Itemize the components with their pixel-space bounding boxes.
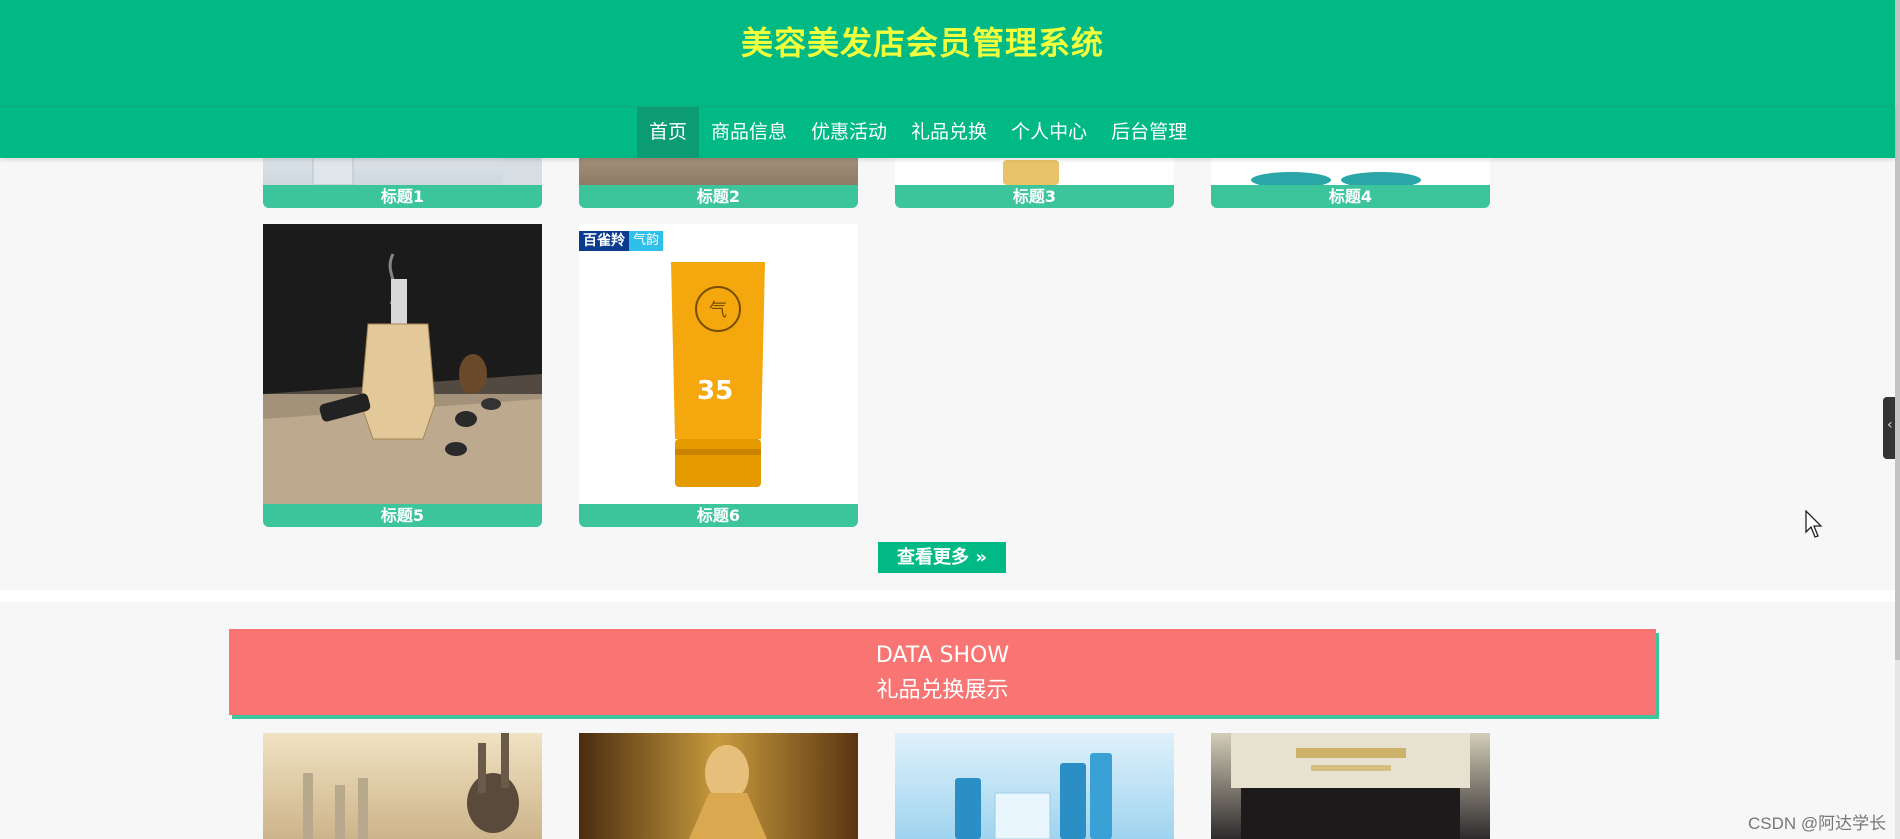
- banner-title-en: DATA SHOW: [875, 643, 1010, 668]
- nav-items: 首页 商品信息 优惠活动 礼品兑换 个人中心 后台管理: [637, 107, 1199, 158]
- gift-image[interactable]: [895, 733, 1174, 839]
- site-title: 美容美发店会员管理系统: [740, 24, 1104, 62]
- view-more-button[interactable]: 查看更多 »: [878, 542, 1006, 573]
- nav-item-gift-exchange[interactable]: 礼品兑换: [899, 107, 999, 158]
- site-header: 美容美发店会员管理系统: [0, 0, 1895, 106]
- double-chevron-right-icon: »: [969, 547, 987, 568]
- product-image[interactable]: [263, 224, 542, 504]
- gift-image[interactable]: [1211, 733, 1490, 839]
- gift-card-4[interactable]: [1211, 733, 1490, 839]
- product-title[interactable]: 标题5: [263, 504, 542, 527]
- mouse-cursor-icon: [1805, 510, 1823, 538]
- product-title[interactable]: 标题4: [1211, 185, 1490, 208]
- nav-item-promotions[interactable]: 优惠活动: [799, 107, 899, 158]
- gift-card-3[interactable]: [895, 733, 1174, 839]
- product-image[interactable]: 百雀羚 气韵 气 35: [579, 224, 858, 504]
- gift-image[interactable]: [579, 733, 858, 839]
- product-card-5[interactable]: 标题5: [263, 224, 542, 527]
- svg-text:气: 气: [709, 300, 727, 321]
- nav-item-admin[interactable]: 后台管理: [1099, 107, 1199, 158]
- gift-section-banner: DATA SHOW 礼品兑换展示: [229, 629, 1656, 715]
- section-divider: [0, 590, 1895, 602]
- product-title[interactable]: 标题1: [263, 185, 542, 208]
- watermark: CSDN @阿达学长: [1748, 814, 1887, 833]
- nav-item-personal-center[interactable]: 个人中心: [999, 107, 1099, 158]
- scrollbar-thumb[interactable]: [1895, 0, 1900, 660]
- product-title[interactable]: 标题3: [895, 185, 1174, 208]
- gift-card-1[interactable]: [263, 733, 542, 839]
- product-title[interactable]: 标题6: [579, 504, 858, 527]
- main-nav: 首页 商品信息 优惠活动 礼品兑换 个人中心 后台管理: [0, 106, 1895, 158]
- gift-card-2[interactable]: [579, 733, 858, 839]
- product-card-6[interactable]: 百雀羚 气韵 气 35 标题6: [579, 224, 858, 527]
- chevron-left-icon: ‹: [1887, 417, 1893, 433]
- spf-label: 35: [697, 376, 733, 406]
- view-more-label: 查看更多: [897, 547, 970, 568]
- gift-image[interactable]: [263, 733, 542, 839]
- product-title[interactable]: 标题2: [579, 185, 858, 208]
- nav-item-home[interactable]: 首页: [637, 107, 700, 158]
- banner-title-zh: 礼品兑换展示: [876, 678, 1009, 703]
- nav-item-products[interactable]: 商品信息: [699, 107, 799, 158]
